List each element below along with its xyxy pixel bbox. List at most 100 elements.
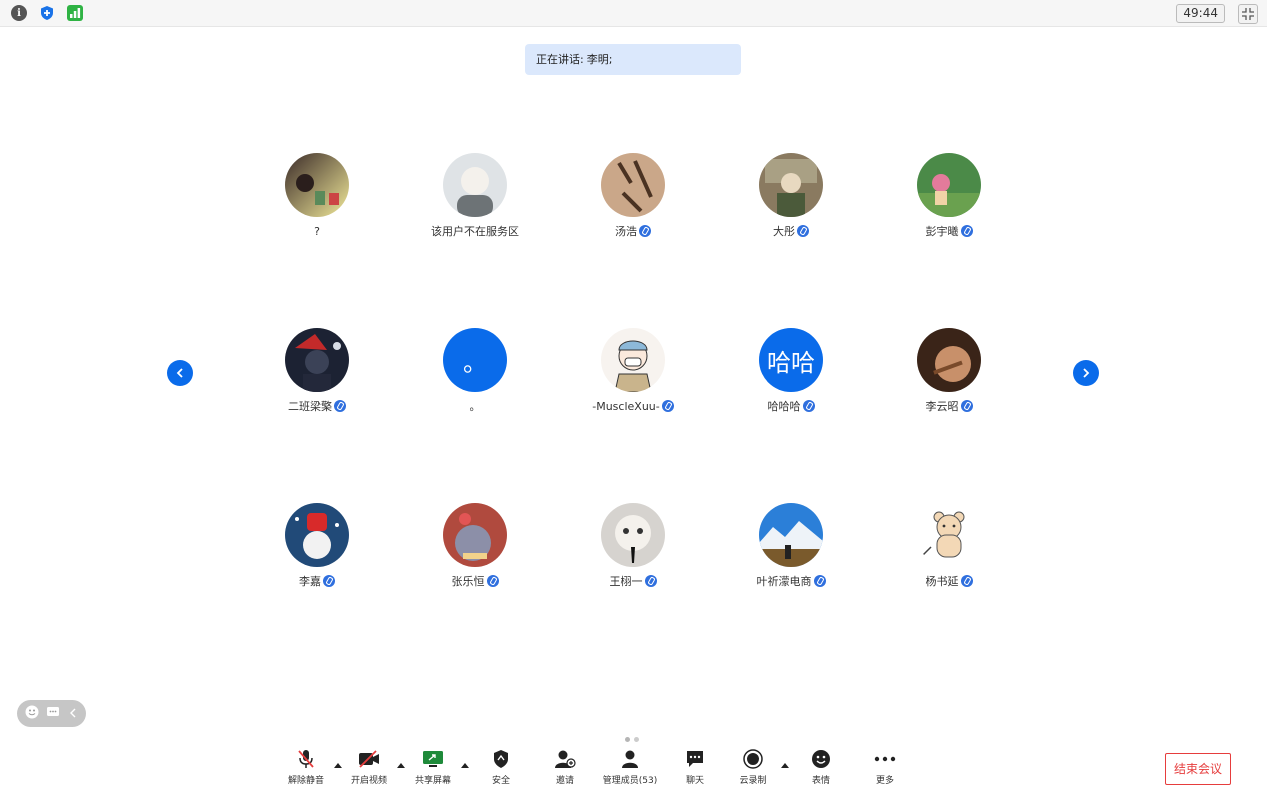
participant-tile[interactable]: 该用户不在服务区 [395,153,555,253]
participant-name-row: 。 [395,399,555,413]
mic-muted-icon [486,575,499,587]
mic-muted-icon [960,400,973,412]
participant-tile[interactable]: 李云昭 [869,328,1029,428]
mic-off-icon [294,748,318,770]
speaking-label: 正在讲话: [536,53,584,66]
mic-muted-icon [960,575,973,587]
participant-name: 李嘉 [299,575,321,588]
participant-tile[interactable]: 王栩一 [553,503,713,603]
avatar [917,503,981,567]
mic-muted-icon [797,225,809,237]
participant-name: 王栩一 [609,575,643,588]
speaking-name: 李明; [586,53,613,66]
page-dot[interactable] [625,737,630,742]
unmute-button[interactable]: 解除静音 [274,748,338,788]
more-button[interactable]: 更多 [853,748,917,788]
participant-tile[interactable]: 二班梁檠 [237,328,397,428]
manage-members-button[interactable]: 管理成员(53) [598,748,662,788]
participant-name-row: 张乐恒 [395,574,555,588]
signal-icon[interactable] [67,5,83,21]
participant-name-row: 杨书延 [869,574,1029,588]
avatar [759,153,823,217]
info-icon[interactable]: i [11,5,27,21]
chat-icon [683,748,707,770]
participant-name: 彭宇曦 [925,225,959,238]
reactions-button[interactable]: 表情 [789,748,853,788]
mic-muted-icon [323,575,335,587]
end-meeting-button[interactable]: 结束会议 [1165,753,1231,785]
participant-tile[interactable]: 汤浩 [553,153,713,253]
participant-name: 哈哈哈 [767,400,801,413]
start-video-button[interactable]: 开启视频 [337,748,401,788]
avatar [917,153,981,217]
mic-muted-icon [661,400,674,412]
participant-name: 张乐恒 [451,575,485,588]
members-icon [618,748,642,770]
participant-name: 叶祈濛电商 [756,575,812,588]
cloud-record-button[interactable]: 云录制 [721,748,785,788]
meeting-toolbar: 解除静音 开启视频 共享屏幕 安全 邀请 管理成员(53) 聊天 云录制 表情 … [0,748,1267,792]
meeting-timer: 49:44 [1176,4,1225,23]
participant-tile[interactable]: 。 。 [395,328,555,428]
participant-tile[interactable]: -MuscleXuu- [553,328,713,428]
smile-icon [809,748,833,770]
participant-name-row: 哈哈哈 [711,399,871,413]
participant-tile[interactable]: 大彤 [711,153,871,253]
chevron-left-icon [176,368,183,378]
avatar [601,503,665,567]
chat-button[interactable]: 聊天 [663,748,727,788]
avatar [285,328,349,392]
participant-name-row: 王栩一 [553,574,713,588]
chat-bubble-icon[interactable] [46,704,60,723]
security-button[interactable]: 安全 [469,748,533,788]
more-dots-icon [873,748,897,770]
share-screen-button[interactable]: 共享屏幕 [401,748,465,788]
participant-name: 大彤 [773,225,795,238]
mic-muted-icon [639,225,651,237]
mic-muted-icon [813,575,826,587]
participant-name: -MuscleXuu- [592,399,660,413]
record-icon [741,748,765,770]
invite-button[interactable]: 邀请 [533,748,597,788]
avatar-letter: 哈哈 [767,348,815,377]
chevron-right-icon [1083,368,1090,378]
participant-tile[interactable]: 杨书延 [869,503,1029,603]
mic-muted-icon [644,575,657,587]
shield-icon[interactable] [39,5,55,21]
participant-name: 李云昭 [925,400,959,413]
avatar [443,153,507,217]
share-options-caret[interactable] [461,763,469,768]
avatar [601,328,665,392]
participant-tile[interactable]: 彭宇曦 [869,153,1029,253]
participant-name: 二班梁檠 [288,400,332,413]
add-person-icon [553,748,577,770]
page-dot[interactable] [634,737,639,742]
record-options-caret[interactable] [781,763,789,768]
participant-tile[interactable]: 哈哈 哈哈哈 [711,328,871,428]
next-page-button[interactable] [1073,360,1099,386]
participant-tile[interactable]: 李嘉 [237,503,397,603]
participant-tile[interactable]: 叶祈濛电商 [711,503,871,603]
participant-name-row: ? [237,224,397,238]
participant-name: 汤浩 [615,225,637,238]
participant-tile[interactable]: 张乐恒 [395,503,555,603]
speaking-indicator: 正在讲话: 李明; [525,44,741,75]
camera-off-icon [357,748,381,770]
participant-name-row: 李嘉 [237,574,397,588]
mic-muted-icon [802,400,815,412]
participant-name-row: 李云昭 [869,399,1029,413]
exit-fullscreen-icon[interactable] [1238,4,1258,24]
shield-icon [489,748,513,770]
participant-tile[interactable]: ? [237,153,397,253]
emoji-icon[interactable] [25,704,39,723]
collapse-icon[interactable] [68,704,78,723]
participant-name-row: 叶祈濛电商 [711,574,871,588]
participant-name-row: 汤浩 [553,224,713,238]
participant-name-row: 彭宇曦 [869,224,1029,238]
participant-name: ? [314,224,320,238]
avatar [285,503,349,567]
avatar: 哈哈 [759,328,823,392]
previous-page-button[interactable] [167,360,193,386]
participant-name: 该用户不在服务区 [431,225,519,238]
page-indicator [625,737,639,742]
